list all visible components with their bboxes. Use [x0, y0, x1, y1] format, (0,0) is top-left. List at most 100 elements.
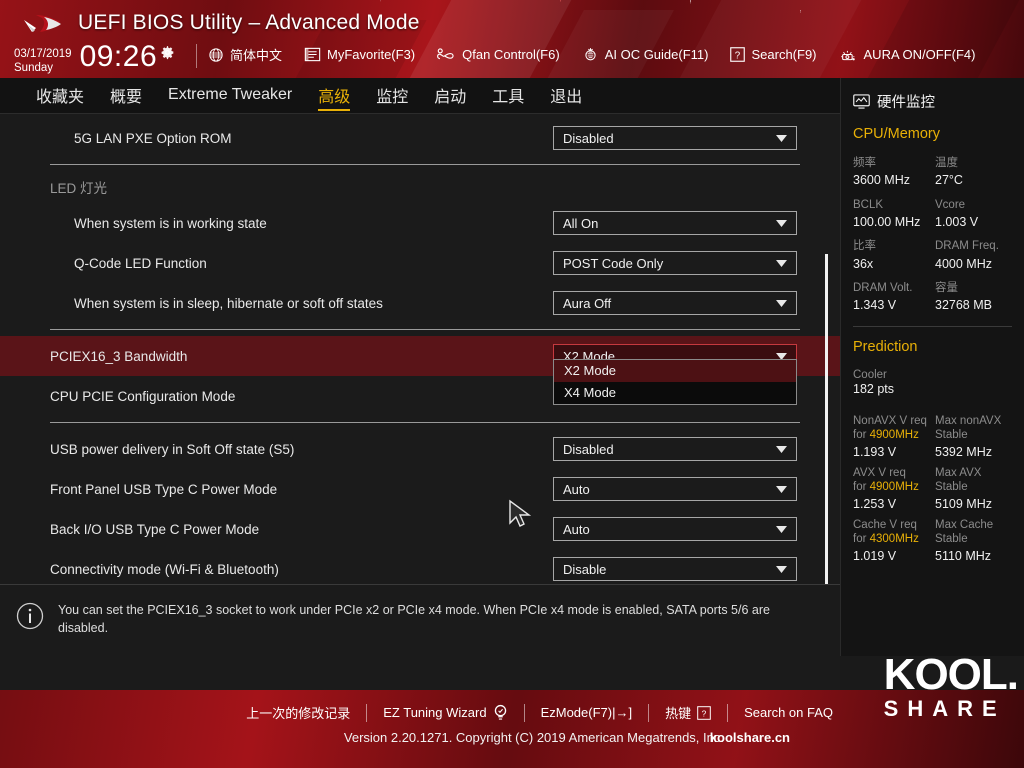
dropdown-sleep-state[interactable]: Aura Off	[553, 291, 797, 315]
prediction-value: 1.019 V	[853, 549, 897, 564]
section-header-led: LED 灯光	[0, 171, 840, 203]
dropdown-option-x2-mode[interactable]: X2 Mode	[554, 360, 796, 382]
footer-last-modified[interactable]: 上一次的修改记录	[230, 703, 366, 722]
footer-search-faq-label: Search on FAQ	[744, 705, 833, 720]
bios-screen: UEFI BIOS Utility – Advanced Mode 03/17/…	[0, 0, 1024, 768]
setting-label: PCIEX16_3 Bandwidth	[50, 348, 188, 364]
bios-version-text: Version 2.20.1271. Copyright (C) 2019 Am…	[343, 730, 724, 745]
setting-row-usb-power-s5[interactable]: USB power delivery in Soft Off state (S5…	[0, 429, 840, 469]
footer-ezmode[interactable]: EzMode(F7)|→]	[525, 705, 649, 720]
prediction-grid: NonAVX V req for 4900MHz Max nonAVX Stab…	[841, 406, 1024, 565]
metric-label: DRAM Freq.	[935, 240, 999, 253]
sidebar-heading-prediction: Prediction	[853, 338, 918, 355]
prediction-for-text: for	[853, 480, 870, 493]
metric-label: BCLK	[853, 198, 884, 211]
metric-label: 频率	[853, 157, 876, 169]
dropdown-value: Disabled	[563, 441, 614, 457]
monitor-icon	[853, 93, 870, 109]
header-divider	[196, 44, 197, 68]
site-tag: koolshare.cn	[709, 730, 790, 745]
header-tool-language[interactable]: 简体中文	[208, 45, 282, 64]
header-tool-aura[interactable]: AURA ON/OFF(F4)	[839, 46, 975, 63]
prediction-label-line1: NonAVX V req	[853, 414, 927, 427]
footer-link-list: 上一次的修改记录 EZ Tuning Wizard EzMode(F7)|→] …	[230, 703, 849, 722]
prediction-label: Cache V req for 4300MHz	[853, 514, 935, 547]
scrollbar-thumb[interactable]	[825, 254, 828, 584]
tab-tool[interactable]: 工具	[492, 83, 524, 110]
scrollbar-track[interactable]	[825, 254, 828, 584]
svg-text:?: ?	[735, 50, 741, 61]
svg-text:?: ?	[702, 708, 707, 718]
tab-favorites[interactable]: 收藏夹	[36, 83, 84, 110]
setting-row-front-panel-usb-c[interactable]: Front Panel USB Type C Power Mode Auto	[0, 469, 840, 509]
footer-ez-tuning-wizard[interactable]: EZ Tuning Wizard	[367, 704, 523, 721]
dropdown-options-pciex16-3-bandwidth[interactable]: X2 Mode X4 Mode	[553, 359, 797, 405]
header-tool-qfan-label: Qfan Control(F6)	[462, 47, 560, 62]
footer-search-faq[interactable]: Search on FAQ	[728, 705, 849, 720]
dropdown-value: All On	[563, 215, 599, 231]
dropdown-5g-lan-pxe[interactable]: Disabled	[553, 126, 797, 150]
chevron-down-icon	[776, 259, 787, 267]
help-text: You can set the PCIEX16_3 socket to work…	[58, 603, 770, 636]
cooler-value: 182 pts	[853, 381, 895, 396]
metric-label: 容量	[935, 281, 958, 294]
prediction-value: 1.253 V	[853, 497, 897, 512]
dropdown-value: Aura Off	[563, 295, 612, 311]
dropdown-back-io-usb-c[interactable]: Auto	[553, 517, 797, 541]
dropdown-value: POST Code Only	[563, 255, 664, 271]
prediction-label-line2: for 4300MHz	[853, 532, 935, 546]
header-tool-myfavorite[interactable]: MyFavorite(F3)	[304, 47, 415, 62]
setting-row-back-io-usb-c[interactable]: Back I/O USB Type C Power Mode Auto	[0, 509, 840, 549]
page-title: UEFI BIOS Utility – Advanced Mode	[78, 11, 420, 34]
tab-exit[interactable]: 退出	[550, 83, 582, 110]
setting-row-connectivity-mode[interactable]: Connectivity mode (Wi-Fi & Bluetooth) Di…	[0, 549, 840, 584]
dropdown-connectivity-mode[interactable]: Disable	[553, 557, 797, 581]
sidebar-heading-cpu-memory: CPU/Memory	[853, 126, 941, 142]
dropdown-option-x4-mode[interactable]: X4 Mode	[554, 382, 796, 404]
metric-label: Vcore	[935, 198, 966, 211]
prediction-freq-highlight: 4900MHz	[869, 480, 919, 493]
tab-advanced[interactable]: 高级	[318, 83, 351, 111]
header-tool-aioc[interactable]: AI OC Guide(F11)	[582, 46, 708, 63]
tab-boot[interactable]: 启动	[434, 83, 466, 110]
header-tool-search-label: Search(F9)	[751, 47, 817, 62]
footer-ezmode-label: EzMode(F7)|→]	[540, 705, 633, 720]
footer-ez-tuning-wizard-label: EZ Tuning Wizard	[383, 705, 487, 720]
setting-label: Q-Code LED Function	[74, 255, 207, 271]
tab-main[interactable]: 概要	[110, 83, 142, 110]
setting-label: When system is in sleep, hibernate or so…	[74, 295, 383, 311]
header-tool-search[interactable]: ? Search(F9)	[730, 47, 817, 62]
globe-icon	[209, 47, 223, 62]
tab-extreme-tweaker[interactable]: Extreme Tweaker	[168, 86, 292, 107]
prediction-value: 5110 MHz	[935, 549, 992, 564]
footer-hotkey[interactable]: 热键 ?	[649, 703, 727, 722]
dropdown-qcode-led[interactable]: POST Code Only	[553, 251, 797, 275]
header-bar: UEFI BIOS Utility – Advanced Mode 03/17/…	[0, 0, 1024, 78]
setting-label: CPU PCIE Configuration Mode	[50, 388, 236, 404]
prediction-label-line1: Cache V req	[853, 518, 917, 531]
chevron-down-icon	[776, 525, 787, 533]
settings-row-list: 5G LAN PXE Option ROM Disabled LED 灯光 Wh…	[0, 114, 840, 584]
metric-value: 1.003 V	[935, 215, 979, 229]
prediction-freq-highlight: 4900MHz	[869, 428, 919, 441]
date-value: 03/17/2019	[14, 48, 72, 60]
prediction-label-line2: Stable	[935, 480, 968, 493]
setting-row-sleep-state[interactable]: When system is in sleep, hibernate or so…	[0, 283, 840, 323]
dropdown-working-state[interactable]: All On	[553, 211, 797, 235]
header-tool-qfan[interactable]: Qfan Control(F6)	[437, 47, 560, 63]
dropdown-usb-power-s5[interactable]: Disabled	[553, 437, 797, 461]
date-display: 03/17/2019 Sunday	[14, 42, 72, 76]
setting-row-qcode-led[interactable]: Q-Code LED Function POST Code Only	[0, 243, 840, 283]
setting-row-working-state[interactable]: When system is in working state All On	[0, 203, 840, 243]
weekday-value: Sunday	[14, 62, 54, 75]
prediction-label: AVX V req for 4900MHz	[853, 462, 935, 495]
bulb-icon	[494, 704, 506, 720]
chevron-down-icon	[776, 219, 787, 227]
dropdown-value: Auto	[563, 521, 590, 537]
prediction-label-line2: for 4900MHz	[853, 480, 935, 494]
prediction-for-text: for	[853, 428, 870, 441]
setting-row-5g-lan-pxe[interactable]: 5G LAN PXE Option ROM Disabled	[0, 118, 840, 158]
tab-monitor[interactable]: 监控	[376, 83, 408, 110]
gear-icon[interactable]	[159, 44, 176, 61]
dropdown-front-panel-usb-c[interactable]: Auto	[553, 477, 797, 501]
